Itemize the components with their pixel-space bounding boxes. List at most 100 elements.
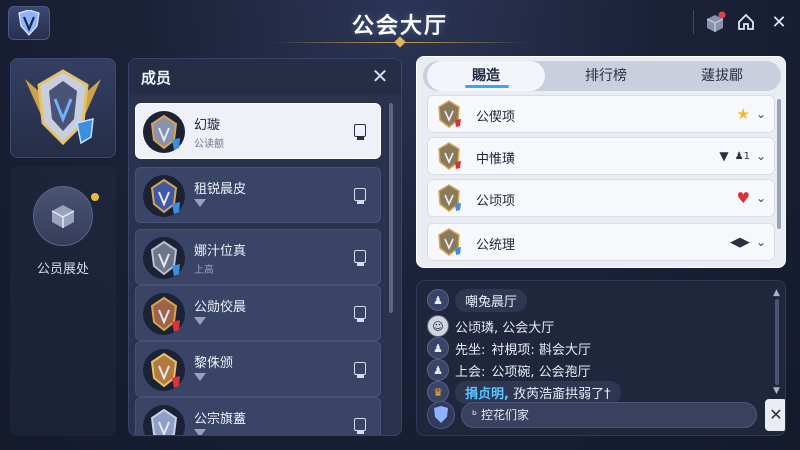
tab-third[interactable]: 蘧拔郿: [663, 61, 781, 91]
list-item-actions: ▼ ♟1 ⌄: [719, 147, 766, 165]
list-item-actions: ◀▶ ⌄: [730, 233, 766, 251]
close-icon: ✕: [771, 11, 787, 33]
chat-input-value: 控花们家: [480, 408, 529, 422]
chat-message-text: 嘲兔晨厅: [455, 288, 528, 312]
scroll-up-icon[interactable]: ▲: [773, 289, 781, 298]
bookmark-icon[interactable]: [354, 250, 366, 266]
list-item[interactable]: 公统理 ◀▶ ⌄: [427, 223, 775, 261]
home-button[interactable]: [733, 10, 759, 34]
member-name: 娜汁位真: [194, 244, 247, 259]
role-badge-icon: [194, 199, 206, 207]
list-item-label: 公偰项: [476, 110, 516, 125]
member-role: 上高: [194, 265, 214, 276]
action-notification-dot: [91, 193, 99, 201]
member-row[interactable]: 黎侏颁: [135, 341, 381, 397]
home-icon: [738, 13, 754, 30]
left-action-label: 公员展处: [36, 262, 89, 277]
chat-message: ♟ 先坐: 衬梘项: 斟会大厅: [427, 337, 591, 359]
member-name: 公宗旗蓋: [194, 412, 247, 427]
scroll-down-icon[interactable]: ▼: [773, 387, 781, 396]
chat-message: ♟ 上会: 公项碗, 公会孢厅: [427, 359, 591, 381]
chat-scroll-track[interactable]: [775, 299, 779, 385]
list-item[interactable]: 公偰项 ★ ⌄: [427, 95, 775, 133]
bookmark-icon[interactable]: [354, 124, 366, 140]
member-row[interactable]: 娜汁位真 上高: [135, 229, 381, 285]
members-title: 成员: [141, 69, 172, 87]
member-role: 公读额: [194, 139, 224, 150]
tabs-scrollbar[interactable]: [777, 99, 781, 229]
active-tab-indicator: [465, 85, 509, 88]
member-avatar-icon: [143, 349, 185, 391]
bookmark-icon[interactable]: [354, 188, 366, 204]
member-name: 黎侏颁: [194, 356, 234, 371]
helmet-icon: [438, 228, 461, 256]
tab-leaderboard[interactable]: 排行榜: [547, 61, 665, 91]
members-scrollbar[interactable]: [389, 103, 393, 313]
heart-icon: ♥: [736, 189, 750, 207]
member-row[interactable]: 公勋佼晨: [135, 285, 381, 341]
bookmark-icon[interactable]: [354, 306, 366, 322]
guild-emblem-icon: [25, 69, 101, 146]
chat-avatar-icon: ♟: [427, 337, 449, 359]
member-name: 公勋佼晨: [194, 300, 247, 315]
chevron-down-icon[interactable]: ⌄: [756, 149, 766, 163]
chat-avatar-icon: ☺: [427, 315, 449, 337]
list-item-actions: ★ ⌄: [736, 105, 766, 123]
guild-emblem-card[interactable]: [10, 58, 116, 158]
chat-input-row: ᵇ 控花们家 ✕: [423, 399, 785, 431]
chat-input-prefix: ᵇ: [472, 408, 478, 422]
role-badge-icon: [194, 373, 206, 381]
triangle-icon: ▼: [719, 149, 729, 163]
member-avatar-icon: [143, 405, 185, 435]
guild-tabs-panel: 賜造 排行榜 蘧拔郿 公偰项 ★ ⌄ 中惟璜 ▼ ♟1 ⌄ 公顷项 ♥ ⌄ 公统…: [416, 56, 786, 268]
member-name: 幻璇: [194, 118, 221, 133]
chat-sender: 上会:: [455, 364, 486, 380]
member-role: [194, 199, 206, 210]
list-item-label: 公统理: [476, 238, 516, 253]
member-row[interactable]: 公宗旗蓋: [135, 397, 381, 435]
member-row[interactable]: 租锐晨皮: [135, 167, 381, 223]
tab-label: 賜造: [472, 68, 500, 84]
member-row[interactable]: 幻璇 公读额: [135, 103, 381, 159]
header-separator: [693, 10, 694, 34]
chat-message-text: 公顷璘, 公会大厅: [455, 320, 555, 336]
tab-bar: 賜造 排行榜 蘧拔郿: [423, 61, 781, 91]
chat-scrollbar[interactable]: ▲ ▼: [773, 289, 781, 397]
chat-panel: ♟ 嘲兔晨厅 ☺ 公顷璘, 公会大厅 ♟ 先坐: 衬梘项: 斟会大厅 ♟ 上会:…: [416, 280, 786, 436]
chevron-down-icon[interactable]: ⌄: [756, 191, 766, 205]
top-bar: 公会大厅 ✕: [0, 0, 800, 48]
guild-action-button[interactable]: [33, 186, 99, 246]
list-item-label: 中惟璜: [476, 152, 516, 167]
close-button[interactable]: ✕: [766, 10, 792, 34]
list-item[interactable]: 公顷项 ♥ ⌄: [427, 179, 775, 217]
shield-logo-icon: [434, 406, 448, 423]
chat-message-text: 公项碗, 公会孢厅: [491, 364, 591, 380]
member-avatar-icon: [143, 111, 185, 153]
member-role: [194, 317, 206, 328]
member-name: 租锐晨皮: [194, 182, 247, 197]
list-item-label: 公顷项: [476, 194, 516, 209]
gift-box-icon: [706, 11, 726, 32]
cube-icon: [51, 205, 75, 228]
chevron-down-icon[interactable]: ⌄: [756, 235, 766, 249]
helmet-icon: [438, 142, 461, 170]
notification-dot-icon: [718, 11, 726, 19]
chevron-down-icon[interactable]: ⌄: [756, 107, 766, 121]
members-close-button[interactable]: ✕: [369, 65, 391, 87]
role-badge-icon: [194, 429, 206, 435]
helmet-icon: [438, 100, 461, 128]
chat-avatar-icon: ♟: [427, 289, 449, 311]
chat-message: ♟ 嘲兔晨厅: [427, 288, 528, 312]
mail-gift-button[interactable]: [702, 10, 728, 34]
chat-close-button[interactable]: ✕: [765, 399, 785, 431]
member-role: [194, 429, 206, 435]
chat-input[interactable]: ᵇ 控花们家: [461, 402, 757, 428]
member-avatar-icon: [143, 175, 185, 217]
list-item[interactable]: 中惟璜 ▼ ♟1 ⌄: [427, 137, 775, 175]
bookmark-icon[interactable]: [354, 362, 366, 378]
member-avatar-icon: [143, 237, 185, 279]
tab-label: 排行榜: [585, 68, 627, 84]
tab-build[interactable]: 賜造: [427, 61, 545, 91]
bookmark-icon[interactable]: [354, 418, 366, 434]
member-avatar-icon: [143, 293, 185, 335]
